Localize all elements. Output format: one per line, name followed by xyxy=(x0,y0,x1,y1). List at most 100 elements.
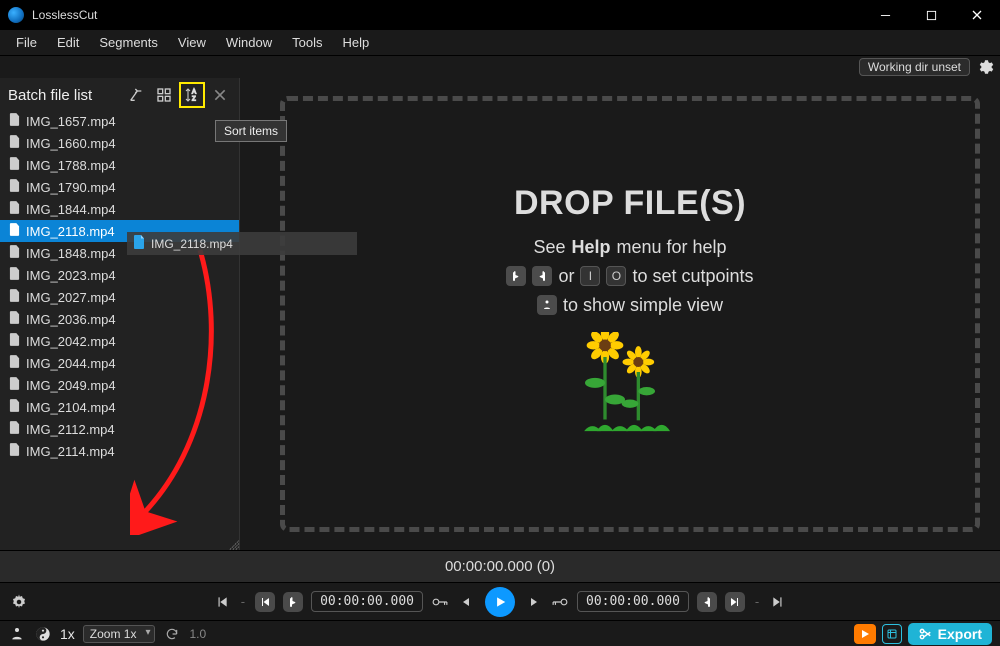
sort-az-icon[interactable]: A Z xyxy=(181,84,203,106)
refresh-icon[interactable] xyxy=(163,624,181,644)
next-keyframe-icon[interactable] xyxy=(725,592,745,612)
set-end-icon[interactable] xyxy=(697,592,717,612)
svg-text:Z: Z xyxy=(192,96,196,102)
list-item[interactable]: IMG_1844.mp4 xyxy=(0,198,239,220)
menu-tools[interactable]: Tools xyxy=(284,33,330,52)
window-controls xyxy=(862,0,1000,30)
file-icon xyxy=(8,223,20,239)
list-item[interactable]: IMG_2027.mp4 xyxy=(0,286,239,308)
menu-help[interactable]: Help xyxy=(334,33,377,52)
sidebar-header: Batch file list A Z xyxy=(0,78,239,110)
dropzone[interactable]: DROP FILE(S) See Help menu for help or I… xyxy=(280,96,980,532)
file-icon xyxy=(8,421,20,437)
menu-file[interactable]: File xyxy=(8,33,45,52)
sidebar: Batch file list A Z IMG_1657.mp4 IMG_1660… xyxy=(0,78,240,550)
export-segments-icon[interactable] xyxy=(882,624,902,644)
export-label: Export xyxy=(938,626,982,642)
grid-icon[interactable] xyxy=(153,84,175,106)
file-name: IMG_1657.mp4 xyxy=(26,114,116,129)
close-button[interactable] xyxy=(954,0,1000,30)
fps-label: 1.0 xyxy=(189,627,206,641)
list-item[interactable]: IMG_1790.mp4 xyxy=(0,176,239,198)
dropzone-simple-text: to show simple view xyxy=(563,295,723,316)
file-name: IMG_2104.mp4 xyxy=(26,400,116,415)
file-icon xyxy=(8,113,20,129)
export-button[interactable]: Export xyxy=(908,623,992,645)
menu-edit[interactable]: Edit xyxy=(49,33,87,52)
person-icon xyxy=(537,295,557,315)
sunflower-icon xyxy=(580,332,680,445)
file-name: IMG_1848.mp4 xyxy=(26,246,116,261)
dropzone-help-line: See Help menu for help xyxy=(533,237,726,258)
file-icon xyxy=(8,333,20,349)
menu-window[interactable]: Window xyxy=(218,33,280,52)
prev-keyframe-icon[interactable] xyxy=(255,592,275,612)
file-icon xyxy=(8,355,20,371)
dropzone-or: or xyxy=(558,266,574,287)
dropzone-help-prefix: See xyxy=(533,237,565,258)
settings-icon[interactable] xyxy=(976,58,994,76)
file-list[interactable]: IMG_1657.mp4IMG_1660.mp4IMG_1788.mp4IMG_… xyxy=(0,110,239,550)
zoom-select[interactable]: Zoom 1x xyxy=(83,625,156,643)
resize-handle[interactable] xyxy=(229,540,239,550)
file-name: IMG_1660.mp4 xyxy=(26,136,116,151)
list-item[interactable]: IMG_2049.mp4 xyxy=(0,374,239,396)
menu-bar: File Edit Segments View Window Tools Hel… xyxy=(0,30,1000,56)
timecode-left[interactable]: 00:00:00.000 xyxy=(311,591,423,612)
list-item[interactable]: IMG_1660.mp4 xyxy=(0,132,239,154)
window-title: LosslessCut xyxy=(32,8,97,22)
list-item[interactable]: IMG_2112.mp4 xyxy=(0,418,239,440)
list-item[interactable]: IMG_2044.mp4 xyxy=(0,352,239,374)
file-name: IMG_2114.mp4 xyxy=(26,444,115,459)
key-right-icon[interactable] xyxy=(551,592,569,612)
menu-segments[interactable]: Segments xyxy=(91,33,166,52)
hand-left-icon xyxy=(506,266,526,286)
list-item[interactable]: IMG_2036.mp4 xyxy=(0,308,239,330)
list-item[interactable]: IMG_1788.mp4 xyxy=(0,154,239,176)
set-start-icon[interactable] xyxy=(283,592,303,612)
jump-start-icon[interactable] xyxy=(213,592,231,612)
dropzone-cut-line: or I O to set cutpoints xyxy=(506,266,753,287)
speed-label[interactable]: 1x xyxy=(60,626,75,642)
capture-frame-button[interactable] xyxy=(854,624,876,644)
dropzone-help-bold: Help xyxy=(571,237,610,258)
list-item[interactable]: IMG_2114.mp4 xyxy=(0,440,239,462)
jump-end-icon[interactable] xyxy=(769,592,787,612)
file-name: IMG_2112.mp4 xyxy=(26,422,115,437)
key-i: I xyxy=(580,266,600,286)
top-strip: Working dir unset xyxy=(0,56,1000,78)
preview-area: DROP FILE(S) See Help menu for help or I… xyxy=(240,78,1000,550)
file-name: IMG_1844.mp4 xyxy=(26,202,116,217)
file-icon xyxy=(8,289,20,305)
minimize-button[interactable] xyxy=(862,0,908,30)
seek-group-left: - 00:00:00.000 xyxy=(213,591,475,612)
close-list-icon[interactable] xyxy=(209,84,231,106)
key-o: O xyxy=(606,266,626,286)
settings-gear-icon[interactable] xyxy=(10,592,28,612)
list-item[interactable]: IMG_2042.mp4 xyxy=(0,330,239,352)
yinyang-icon[interactable] xyxy=(34,624,52,644)
menu-view[interactable]: View xyxy=(170,33,214,52)
file-name: IMG_2027.mp4 xyxy=(26,290,116,305)
svg-text:A: A xyxy=(192,90,196,96)
play-button[interactable] xyxy=(485,587,515,617)
step-forward-icon[interactable] xyxy=(525,592,543,612)
merge-icon[interactable] xyxy=(125,84,147,106)
working-dir-badge[interactable]: Working dir unset xyxy=(859,58,970,76)
list-item[interactable]: IMG_2023.mp4 xyxy=(0,264,239,286)
dropzone-simple-line: to show simple view xyxy=(537,295,723,316)
timecode-right[interactable]: 00:00:00.000 xyxy=(577,591,689,612)
file-name: IMG_2049.mp4 xyxy=(26,378,116,393)
file-name: IMG_2042.mp4 xyxy=(26,334,116,349)
timeline[interactable]: 00:00:00.000 (0) xyxy=(0,550,1000,582)
file-name: IMG_2023.mp4 xyxy=(26,268,116,283)
file-icon xyxy=(133,235,145,252)
key-left-icon[interactable] xyxy=(431,592,449,612)
maximize-button[interactable] xyxy=(908,0,954,30)
step-back-icon[interactable] xyxy=(457,592,475,612)
list-item[interactable]: IMG_1657.mp4 xyxy=(0,110,239,132)
person-toggle-icon[interactable] xyxy=(8,624,26,644)
main-area: Batch file list A Z IMG_1657.mp4 IMG_1660… xyxy=(0,78,1000,550)
app-icon xyxy=(8,7,24,23)
list-item[interactable]: IMG_2104.mp4 xyxy=(0,396,239,418)
